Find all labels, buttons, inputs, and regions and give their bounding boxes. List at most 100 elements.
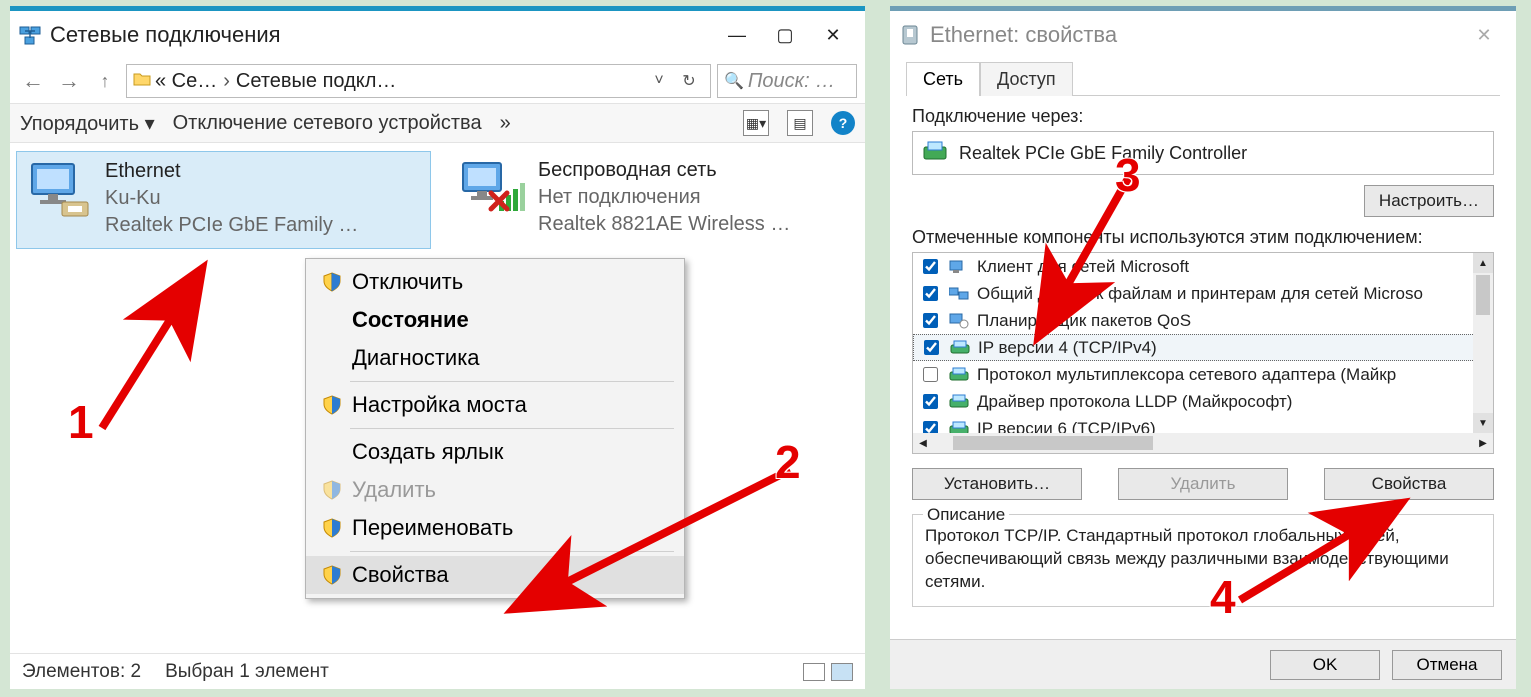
- close-button[interactable]: ✕: [1460, 17, 1508, 53]
- component-row[interactable]: IP версии 4 (TCP/IPv4): [913, 334, 1493, 361]
- component-checkbox[interactable]: [923, 367, 938, 382]
- wifi-icon: [458, 157, 528, 221]
- dialog-footer: OK Отмена: [890, 639, 1516, 689]
- disable-device-button[interactable]: Отключение сетевого устройства: [173, 112, 482, 135]
- ok-button[interactable]: OK: [1270, 650, 1380, 680]
- component-label: Клиент для сетей Microsoft: [977, 257, 1189, 277]
- connection-device: Realtek 8821AE Wireless …: [538, 211, 790, 238]
- breadcrumb-dropdown[interactable]: ˅: [644, 66, 674, 96]
- components-list: Клиент для сетей Microsoft Общий доступ к…: [912, 252, 1494, 454]
- connection-item-ethernet[interactable]: Ethernet Ku-Ku Realtek PCIe GbE Family …: [16, 151, 431, 249]
- ctx-rename[interactable]: Переименовать: [306, 509, 684, 547]
- view-toggle[interactable]: [803, 663, 853, 681]
- description-group: Описание Протокол TCP/IP. Стандартный пр…: [912, 514, 1494, 607]
- refresh-button[interactable]: ↻: [674, 66, 704, 96]
- callout-3: 3: [1115, 148, 1141, 202]
- component-properties-button[interactable]: Свойства: [1324, 468, 1494, 500]
- window-title: Сетевые подключения: [50, 22, 281, 48]
- connection-name: Ethernet: [105, 158, 358, 185]
- component-checkbox[interactable]: [923, 259, 938, 274]
- nic-icon: [923, 141, 949, 166]
- connection-name: Беспроводная сеть: [538, 157, 790, 184]
- component-label: Общий доступ к файлам и принтерам для се…: [977, 284, 1423, 304]
- connection-device: Realtek PCIe GbE Family …: [105, 212, 358, 239]
- ctx-properties[interactable]: Свойства: [306, 556, 684, 594]
- ctx-disable[interactable]: Отключить: [306, 263, 684, 301]
- back-button[interactable]: ←: [18, 66, 48, 96]
- tab-network[interactable]: Сеть: [906, 62, 980, 96]
- component-row[interactable]: Драйвер протокола LLDP (Майкрософт): [913, 388, 1493, 415]
- components-label: Отмеченные компоненты используются этим …: [912, 227, 1494, 248]
- chevron-right-icon: ›: [223, 70, 230, 93]
- maximize-button[interactable]: ▢: [761, 17, 809, 53]
- callout-4: 4: [1210, 570, 1236, 624]
- view-large-icon[interactable]: ▦▾: [743, 110, 769, 136]
- network-center-icon: [18, 23, 42, 47]
- forward-button[interactable]: →: [54, 66, 84, 96]
- window-title: Ethernet: свойства: [930, 22, 1117, 48]
- share-icon: [949, 286, 969, 302]
- connection-status: Ku-Ku: [105, 185, 358, 212]
- component-row[interactable]: Протокол мультиплексора сетевого адаптер…: [913, 361, 1493, 388]
- description-legend: Описание: [923, 504, 1009, 527]
- tab-access[interactable]: Доступ: [980, 62, 1073, 96]
- vertical-scrollbar[interactable]: ▲▼: [1473, 253, 1493, 433]
- search-input[interactable]: Поиск: …: [717, 64, 857, 98]
- close-button[interactable]: ✕: [809, 17, 857, 53]
- horizontal-scrollbar[interactable]: ◀ ▶: [913, 433, 1493, 453]
- minimize-button[interactable]: —: [713, 17, 761, 53]
- breadcrumb-current: Сетевые подкл…: [236, 70, 396, 93]
- help-icon[interactable]: ?: [831, 111, 855, 135]
- component-row[interactable]: Клиент для сетей Microsoft: [913, 253, 1493, 280]
- connection-text: Беспроводная сеть Нет подключения Realte…: [538, 157, 790, 238]
- adapter-name: Realtek PCIe GbE Family Controller: [959, 143, 1247, 164]
- connection-text: Ethernet Ku-Ku Realtek PCIe GbE Family …: [105, 158, 358, 239]
- breadcrumb[interactable]: « Се… › Сетевые подкл… ˅ ↻: [126, 64, 711, 98]
- component-row[interactable]: Планировщик пакетов QoS: [913, 307, 1493, 334]
- titlebar-left: Сетевые подключения — ▢ ✕: [10, 11, 865, 59]
- ctx-bridge[interactable]: Настройка моста: [306, 386, 684, 424]
- view-details-icon[interactable]: ▤: [787, 110, 813, 136]
- context-menu: Отключить Состояние Диагностика Настройк…: [305, 258, 685, 599]
- organize-button[interactable]: Упорядочить ▾: [20, 111, 155, 136]
- component-label: Драйвер протокола LLDP (Майкрософт): [977, 392, 1292, 412]
- status-selected: Выбран 1 элемент: [165, 661, 329, 683]
- ethernet-icon: [25, 158, 95, 222]
- breadcrumb-prefix: « Се…: [155, 70, 217, 93]
- up-button[interactable]: ↑: [90, 66, 120, 96]
- shield-icon: [320, 516, 344, 540]
- connection-item-wifi[interactable]: Беспроводная сеть Нет подключения Realte…: [450, 151, 850, 249]
- adapter-field: Realtek PCIe GbE Family Controller: [912, 131, 1494, 175]
- component-checkbox[interactable]: [923, 313, 938, 328]
- component-label: IP версии 4 (TCP/IPv4): [978, 338, 1157, 358]
- ctx-diagnostics[interactable]: Диагностика: [306, 339, 684, 377]
- components-buttons: Установить… Удалить Свойства: [912, 468, 1494, 500]
- ctx-delete: Удалить: [306, 471, 684, 509]
- folder-icon: [133, 70, 151, 93]
- status-elements: Элементов: 2: [22, 661, 141, 683]
- ctx-create-shortcut[interactable]: Создать ярлык: [306, 433, 684, 471]
- ctx-status[interactable]: Состояние: [306, 301, 684, 339]
- remove-button: Удалить: [1118, 468, 1288, 500]
- properties-body: Подключение через: Realtek PCIe GbE Fami…: [890, 96, 1516, 619]
- qos-icon: [949, 313, 969, 329]
- install-button[interactable]: Установить…: [912, 468, 1082, 500]
- address-bar: ← → ↑ « Се… › Сетевые подкл… ˅ ↻ Поиск: …: [10, 59, 865, 103]
- cancel-button[interactable]: Отмена: [1392, 650, 1502, 680]
- connect-via-label: Подключение через:: [912, 106, 1494, 127]
- shield-icon: [320, 270, 344, 294]
- callout-1: 1: [68, 395, 94, 449]
- status-bar: Элементов: 2 Выбран 1 элемент: [10, 653, 865, 689]
- component-row[interactable]: Общий доступ к файлам и принтерам для се…: [913, 280, 1493, 307]
- connections-list: Ethernet Ku-Ku Realtek PCIe GbE Family …: [10, 143, 865, 663]
- ethernet-props-icon: [898, 23, 922, 47]
- component-checkbox[interactable]: [923, 394, 938, 409]
- toolbar: Упорядочить ▾ Отключение сетевого устрой…: [10, 103, 865, 143]
- callout-2: 2: [775, 435, 801, 489]
- proto-icon: [949, 394, 969, 410]
- component-checkbox[interactable]: [923, 286, 938, 301]
- shield-icon: [320, 393, 344, 417]
- component-checkbox[interactable]: [924, 340, 939, 355]
- configure-button[interactable]: Настроить…: [1364, 185, 1494, 217]
- toolbar-overflow[interactable]: »: [500, 112, 511, 135]
